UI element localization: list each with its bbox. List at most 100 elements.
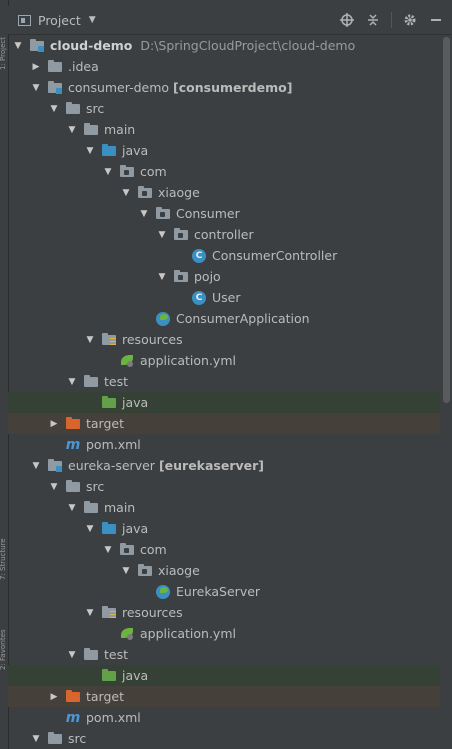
tree-row[interactable]: ▼ resources (8, 602, 440, 623)
tree-item-label: controller (194, 227, 254, 242)
folder-icon (83, 122, 99, 137)
tree-item-label: java (122, 143, 149, 158)
tree-item-label: pojo (194, 269, 221, 284)
chevron-down-icon[interactable]: ▼ (120, 565, 132, 577)
vertical-scrollbar[interactable] (443, 37, 450, 403)
folder-icon (47, 731, 63, 746)
tree-row[interactable]: ▼ com (8, 539, 440, 560)
chevron-down-icon[interactable]: ▼ (89, 15, 96, 25)
project-path: D:\SpringCloudProject\cloud-demo (140, 38, 356, 53)
collapse-all-icon[interactable] (365, 12, 381, 28)
chevron-down-icon[interactable]: ▼ (30, 733, 42, 745)
tree-row[interactable]: C ConsumerController (8, 245, 440, 266)
tree-row[interactable]: ▼ test (8, 371, 440, 392)
chevron-down-icon[interactable]: ▼ (138, 208, 150, 220)
chevron-right-icon[interactable]: ▶ (30, 61, 42, 73)
chevron-down-icon[interactable]: ▼ (66, 124, 78, 136)
tree-row[interactable]: ConsumerApplication (8, 308, 440, 329)
tree-row[interactable]: ▼ test (8, 644, 440, 665)
chevron-down-icon[interactable]: ▼ (66, 649, 78, 661)
tree-item-label: eureka-server (68, 458, 155, 473)
chevron-down-icon[interactable]: ▼ (84, 334, 96, 346)
tree-row[interactable]: ▼ cloud-demo D:\SpringCloudProject\cloud-d… (8, 35, 440, 56)
tree-row[interactable]: ▼ controller (8, 224, 440, 245)
tree-row[interactable]: ▼ src (8, 98, 440, 119)
source-folder-icon (101, 143, 117, 158)
tree-row[interactable]: ▼ src (8, 476, 440, 497)
chevron-down-icon[interactable]: ▼ (30, 82, 42, 94)
chevron-right-icon[interactable]: ▶ (48, 418, 60, 430)
tree-row[interactable]: ▼ com (8, 161, 440, 182)
tree-row[interactable]: application.yml (8, 623, 440, 644)
gear-icon[interactable] (402, 12, 418, 28)
chevron-down-icon[interactable]: ▼ (30, 460, 42, 472)
resources-folder-icon (101, 605, 117, 620)
view-selector-label[interactable]: Project (38, 13, 81, 28)
class-icon: C (191, 290, 207, 305)
project-icon (18, 14, 31, 26)
tree-row[interactable]: ▼ main (8, 497, 440, 518)
tree-item-label: ConsumerApplication (176, 311, 310, 326)
chevron-down-icon[interactable]: ▼ (156, 229, 168, 241)
tree-row[interactable]: EurekaServer (8, 581, 440, 602)
package-icon (137, 185, 153, 200)
chevron-down-icon[interactable]: ▼ (48, 103, 60, 115)
tree-row[interactable]: application.yml (8, 350, 440, 371)
package-icon (155, 206, 171, 221)
tree-row[interactable]: m pom.xml (8, 707, 440, 728)
folder-icon (47, 59, 63, 74)
tree-row[interactable]: ▼ pojo (8, 266, 440, 287)
tree-row[interactable]: ▼ xiaoge (8, 182, 440, 203)
tree-row[interactable]: ▼ resources (8, 329, 440, 350)
locate-icon[interactable] (339, 12, 355, 28)
spring-yml-icon (119, 627, 135, 641)
chevron-down-icon[interactable]: ▼ (12, 40, 24, 52)
tree-row[interactable]: ▼ consumer-demo [consumerdemo] (8, 77, 440, 98)
chevron-down-icon[interactable]: ▼ (48, 481, 60, 493)
tree-item-label: xiaoge (158, 563, 200, 578)
tree-row[interactable]: ▼ xiaoge (8, 560, 440, 581)
tree-item-label: java (122, 395, 149, 410)
sidebar-tab-favorites[interactable]: 2: Favorites (0, 600, 8, 670)
tree-item-label: pom.xml (86, 437, 141, 452)
tree-row[interactable]: ▼ eureka-server [eurekaserver] (8, 455, 440, 476)
tree-row[interactable]: ▼ Consumer (8, 203, 440, 224)
chevron-down-icon[interactable]: ▼ (84, 523, 96, 535)
tree-row[interactable]: ▶ target (8, 413, 440, 434)
tree-item-label: java (122, 668, 149, 683)
chevron-down-icon[interactable]: ▼ (84, 607, 96, 619)
tree-row[interactable]: ▼ java (8, 140, 440, 161)
tree-row[interactable]: ▼ main (8, 119, 440, 140)
chevron-down-icon[interactable]: ▼ (84, 145, 96, 157)
chevron-down-icon[interactable]: ▼ (66, 376, 78, 388)
chevron-down-icon[interactable]: ▼ (120, 187, 132, 199)
tree-row[interactable]: m pom.xml (8, 434, 440, 455)
module-folder-icon (47, 458, 63, 473)
tree-item-label: cloud-demo (50, 38, 133, 53)
sidebar-tab-project[interactable]: 1: Project (0, 10, 8, 70)
chevron-down-icon[interactable]: ▼ (66, 502, 78, 514)
module-folder-icon (29, 38, 45, 53)
tree-item-label: main (104, 500, 136, 515)
hide-icon[interactable] (428, 12, 444, 28)
tree-row[interactable]: ▼ java (8, 518, 440, 539)
chevron-down-icon[interactable]: ▼ (102, 544, 114, 556)
chevron-down-icon[interactable]: ▼ (102, 166, 114, 178)
tree-row[interactable]: ▶ .idea (8, 56, 440, 77)
tree-row[interactable]: ▼ src (8, 728, 440, 749)
maven-icon: m (65, 436, 81, 453)
tree-item-label: ConsumerController (212, 248, 338, 263)
class-icon: C (191, 248, 207, 263)
tree-row[interactable]: java (8, 392, 440, 413)
chevron-down-icon[interactable]: ▼ (156, 271, 168, 283)
tree-row[interactable]: ▶ target (8, 686, 440, 707)
sidebar-tab-structure[interactable]: 7: Structure (0, 500, 8, 580)
tree-row[interactable]: C User (8, 287, 440, 308)
folder-icon (83, 500, 99, 515)
tree-row[interactable]: java (8, 665, 440, 686)
chevron-right-icon[interactable]: ▶ (48, 691, 60, 703)
